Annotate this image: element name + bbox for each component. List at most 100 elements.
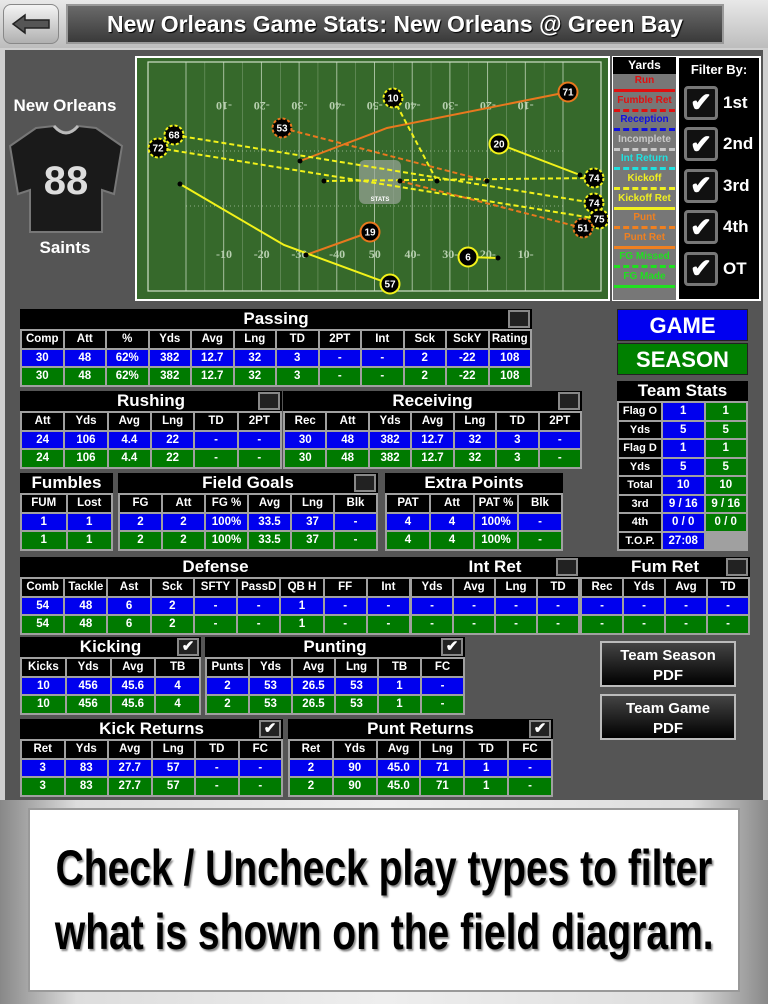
game-cell: 1 (22, 513, 66, 530)
game-cell: 45.0 (377, 759, 420, 776)
season-cell: 2 (151, 616, 193, 633)
season-cell: 90 (333, 778, 376, 795)
team-name: New Orleans (13, 96, 117, 115)
season-cell: - (319, 368, 360, 385)
defense-table: Defense Comb Tackle Ast Sck SFTY PassD QB H FF In… (20, 557, 411, 635)
game-cell: - (195, 431, 237, 448)
filter-label: 1st (723, 92, 748, 112)
column-header: Att (64, 331, 105, 348)
column-header: Avg (109, 741, 151, 758)
season-cell: - (582, 616, 622, 633)
game-cell: 1 (379, 677, 420, 694)
legend-item-kickoff-ret: Kickoff Ret (613, 192, 676, 212)
legend-line-swatch (614, 147, 675, 151)
game-cell: - (362, 349, 403, 366)
column-header: Sck (151, 579, 193, 596)
legend-item-run: Run (613, 74, 676, 94)
table-title: Receiving (283, 391, 582, 411)
checkbox[interactable]: ✔ (684, 210, 718, 245)
yards-legend: Yards Run Fumble Ret Reception Incomplete In… (612, 56, 677, 301)
show-on-field-checkbox[interactable] (354, 474, 376, 492)
table-title: Kick Returns ✔ (20, 719, 283, 739)
season-button[interactable]: SEASON (617, 343, 748, 375)
player-number: 75 (593, 215, 605, 226)
column-header: Yds (624, 579, 664, 596)
season-cell: - (624, 616, 664, 633)
column-header: % (107, 331, 148, 348)
show-on-field-checkbox[interactable]: ✔ (259, 720, 281, 738)
team-season-pdf-button[interactable]: Team Season PDF (600, 641, 736, 687)
column-header: Rec (285, 413, 326, 430)
filter-2nd[interactable]: ✔ 2nd (679, 124, 759, 166)
game-cell: - (519, 513, 561, 530)
column-header: Att (431, 495, 473, 512)
season-cell: 106 (65, 450, 107, 467)
team-game-pdf-button[interactable]: Team Game PDF (600, 694, 736, 740)
filter-3rd[interactable]: ✔ 3rd (679, 165, 759, 207)
column-header: Punts (207, 659, 248, 676)
player-number: 57 (384, 280, 396, 291)
game-cell: 22 (151, 431, 194, 448)
column-header: Yds (369, 413, 411, 430)
game-cell: 33.5 (249, 513, 290, 530)
game-cell: 6 (108, 597, 150, 614)
game-cell: 45.6 (111, 677, 155, 694)
legend-line-swatch (614, 128, 675, 132)
filter-label: 2nd (723, 134, 754, 154)
column-header: Yds (250, 659, 291, 676)
filter-ot[interactable]: ✔ OT (679, 248, 759, 290)
show-on-field-checkbox[interactable] (558, 392, 580, 410)
show-on-field-checkbox[interactable] (556, 558, 578, 576)
filter-1st[interactable]: ✔ 1st (679, 82, 759, 124)
jersey-icon: 88 (8, 124, 124, 233)
game-cell: 54 (22, 597, 64, 614)
column-header: FC (422, 659, 463, 676)
checkbox[interactable]: ✔ (684, 251, 718, 286)
show-on-field-checkbox[interactable]: ✔ (529, 720, 551, 738)
legend-line-swatch (614, 108, 675, 112)
show-on-field-checkbox[interactable] (258, 392, 280, 410)
season-cell: 30 (22, 368, 63, 385)
table-title-text: Passing (243, 309, 309, 328)
legend-item-int-return: Int Return (613, 152, 676, 172)
column-header: 2PT (539, 413, 580, 430)
show-on-field-checkbox[interactable]: ✔ (177, 638, 199, 656)
yard-number: -10 (216, 247, 232, 261)
show-on-field-checkbox[interactable] (726, 558, 748, 576)
game-cell: 26.5 (293, 677, 334, 694)
season-cell: 83 (65, 778, 107, 795)
game-cell: 30 (22, 349, 63, 366)
legend-line-swatch (614, 284, 675, 288)
season-cell: 53 (336, 696, 377, 713)
season-cell: 100% (206, 532, 247, 549)
column-header: Ast (108, 579, 150, 596)
show-on-field-checkbox[interactable] (508, 310, 530, 328)
game-cell: - (194, 597, 237, 614)
game-cell: 2 (163, 513, 204, 530)
checkbox[interactable]: ✔ (684, 127, 718, 162)
column-header: Yds (412, 579, 452, 596)
game-button[interactable]: GAME (617, 309, 748, 341)
filter-4th[interactable]: ✔ 4th (679, 207, 759, 249)
column-header: Blk (519, 495, 561, 512)
season-cell: 48 (327, 450, 368, 467)
legend-label: Fumble Ret (617, 94, 672, 106)
game-cell: 1 (663, 440, 704, 457)
legend-line-swatch (614, 167, 675, 171)
back-button[interactable] (3, 4, 59, 44)
game-cell: 10 (22, 677, 65, 694)
column-header: TD (195, 413, 237, 430)
table-grid: PAT Att PAT % Blk 4 4 100% -4 4 100% - (387, 495, 561, 549)
checkbox[interactable]: ✔ (684, 168, 718, 203)
column-header: TB (379, 659, 420, 676)
season-cell: 1 (379, 696, 420, 713)
column-header: Att (163, 495, 204, 512)
button-label: PDF (653, 720, 683, 737)
yard-number: -10 (216, 99, 232, 113)
show-on-field-checkbox[interactable]: ✔ (441, 638, 463, 656)
game-cell: 0 / 0 (663, 514, 704, 531)
game-cell: 5 (663, 458, 704, 475)
season-cell: - (367, 616, 409, 633)
checkbox[interactable]: ✔ (684, 85, 718, 120)
season-cell: - (239, 778, 281, 795)
